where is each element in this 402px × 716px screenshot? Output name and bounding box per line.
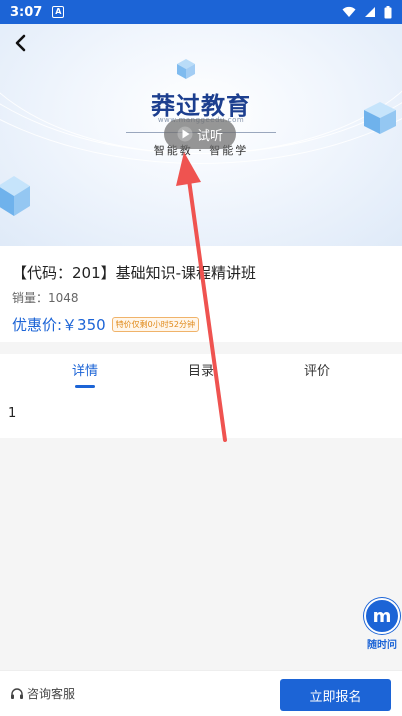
status-icons	[342, 5, 392, 19]
status-bar: 3:07 A	[0, 0, 402, 24]
course-tabs: 详情 目录 评价	[0, 354, 402, 394]
ask-anytime-label: 随时问	[367, 640, 397, 651]
headset-icon	[11, 687, 23, 699]
signal-icon	[365, 7, 375, 17]
tab-details[interactable]: 详情	[55, 354, 115, 394]
enroll-now-button[interactable]: 立即报名	[280, 679, 391, 711]
discount-price: 优惠价:￥350	[12, 316, 106, 334]
price-row: 优惠价:￥350 特价仅剩0小时52分钟	[12, 314, 199, 335]
trial-label: 试听	[196, 128, 223, 144]
battery-icon	[384, 5, 392, 18]
tab-active-indicator	[75, 385, 95, 388]
wifi-icon	[342, 6, 356, 17]
tab-label: 评价	[303, 364, 330, 379]
course-info-card: 【代码：201】基础知识-课程精讲班 销量：1048 优惠价:￥350 特价仅剩…	[0, 246, 402, 342]
play-icon	[177, 126, 193, 142]
tab-reviews[interactable]: 评价	[287, 354, 347, 394]
promo-countdown-badge: 特价仅剩0小时52分钟	[111, 317, 199, 332]
detail-content: 1	[8, 406, 17, 421]
course-title: 【代码：201】基础知识-课程精讲班	[12, 264, 257, 282]
sales-count: 销量：1048	[12, 291, 79, 305]
ask-anytime-widget[interactable]: m 随时问	[362, 598, 402, 651]
back-arrow-icon[interactable]	[10, 32, 32, 54]
tab-label: 目录	[187, 364, 214, 379]
bottom-action-bar: 咨询客服 立即报名	[0, 670, 402, 716]
trial-play-button[interactable]: 试听	[164, 119, 236, 149]
decor-cube	[0, 176, 30, 216]
customer-service-label: 咨询客服	[27, 687, 76, 701]
notification-icon: A	[52, 6, 65, 18]
detail-panel: 1	[0, 394, 402, 438]
course-hero-banner: 莽过教育 www.manggeedu.com 智能教 · 智能学 试听	[0, 24, 402, 246]
tab-label: 详情	[71, 364, 98, 379]
ask-anytime-icon: m	[364, 598, 400, 634]
decor-cube	[177, 59, 195, 79]
tab-catalog[interactable]: 目录	[171, 354, 231, 394]
customer-service-button[interactable]: 咨询客服	[10, 685, 75, 702]
status-time: 3:07	[10, 4, 43, 20]
